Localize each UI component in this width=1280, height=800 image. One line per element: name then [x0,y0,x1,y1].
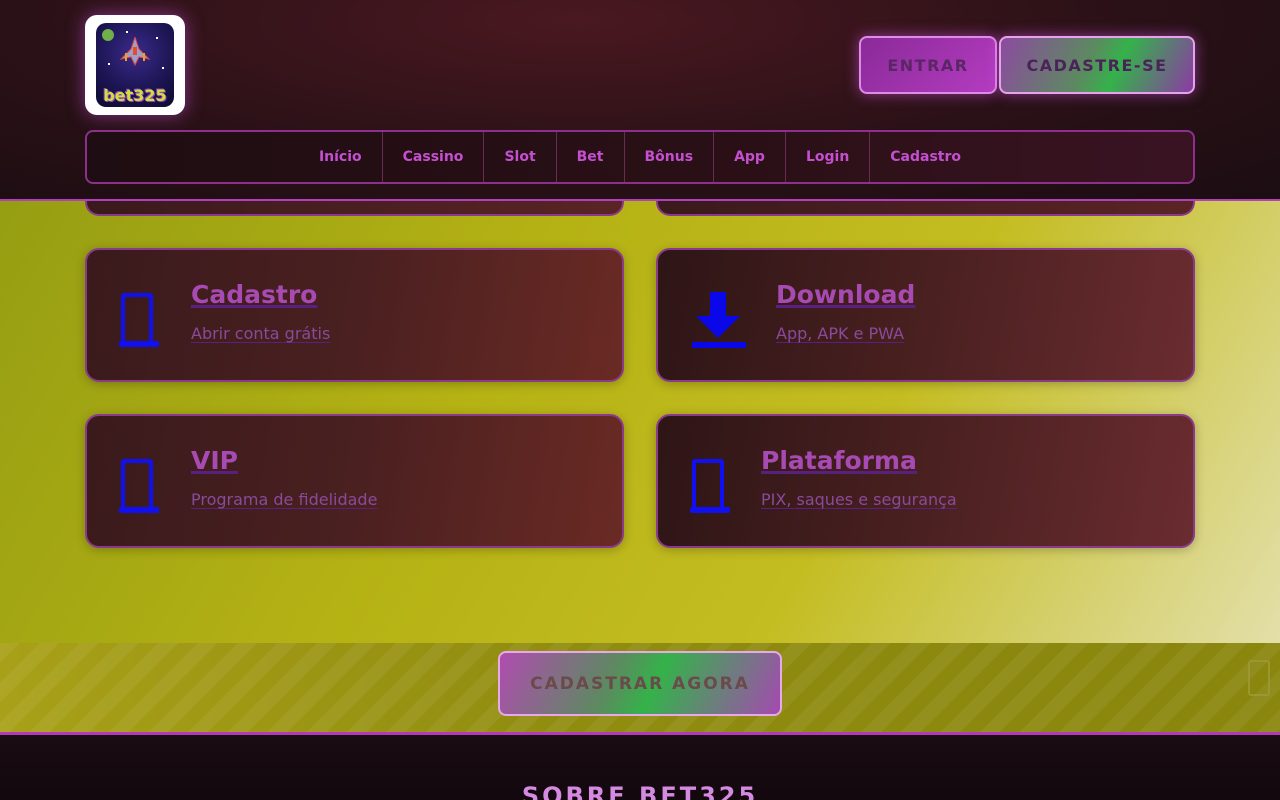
card-subtitle[interactable]: Programa de fidelidade [191,490,377,509]
star-icon [108,63,110,65]
nav-item-bonus[interactable]: Bônus [623,132,714,182]
nav-item-bet[interactable]: Bet [555,132,624,182]
logo-text: bet325 [103,86,167,105]
star-icon [162,67,164,69]
card-title[interactable]: Plataforma [761,446,917,475]
card-title[interactable]: Download [776,280,915,309]
nav-item-login[interactable]: Login [784,132,869,182]
register-now-button[interactable]: CADASTRAR AGORA [498,651,782,716]
card-plataforma[interactable]: Plataforma PIX, saques e segurança [656,414,1195,548]
main-nav: Início Cassino Slot Bet Bônus App Login … [85,130,1195,184]
card-title[interactable]: Cadastro [191,280,317,309]
about-title: SOBRE BET325 [521,782,759,800]
logo-artwork: bet325 [96,23,174,107]
star-icon [156,37,158,39]
star-icon [126,31,128,33]
card-subtitle[interactable]: Abrir conta grátis [191,324,330,343]
site-logo[interactable]: bet325 [85,15,185,115]
shield-icon [688,454,732,516]
signup-button[interactable]: CADASTRE-SE [999,36,1195,94]
card-download[interactable]: Download App, APK e PWA [656,248,1195,382]
card-title[interactable]: VIP [191,446,238,475]
card-subtitle[interactable]: App, APK e PWA [776,324,904,343]
spaceship-icon [119,37,151,67]
download-icon [692,292,746,348]
nav-item-inicio[interactable]: Início [299,132,382,182]
card-cadastro[interactable]: Cadastro Abrir conta grátis [85,248,624,382]
user-icon [117,288,161,350]
card-subtitle[interactable]: PIX, saques e segurança [761,490,957,509]
planet-icon [102,29,114,41]
nav-item-cadastro[interactable]: Cadastro [869,132,981,182]
nav-item-cassino[interactable]: Cassino [381,132,484,182]
nav-item-app[interactable]: App [713,132,785,182]
card-vip[interactable]: VIP Programa de fidelidade [85,414,624,548]
scroll-top-icon[interactable] [1248,660,1270,696]
nav-item-slot[interactable]: Slot [483,132,555,182]
crown-icon [117,454,161,516]
about-section: SOBRE BET325 [0,735,1280,800]
login-button[interactable]: ENTRAR [859,36,997,94]
site-header: bet325 ENTRAR CADASTRE-SE Início Cassino… [0,0,1280,201]
